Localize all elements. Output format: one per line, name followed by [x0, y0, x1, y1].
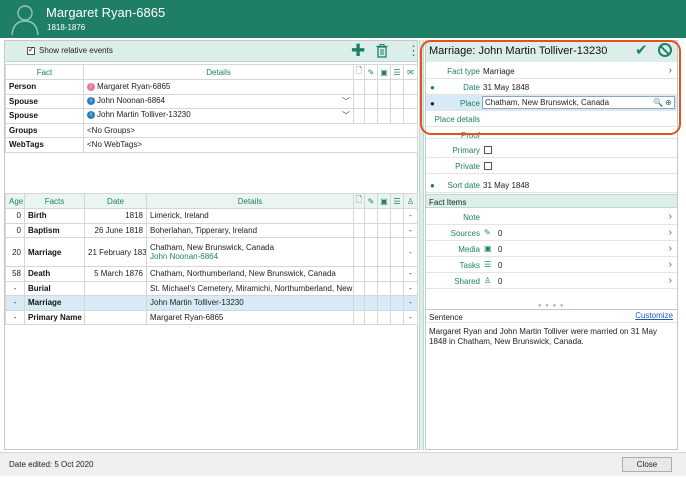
person-col-icon: ♙: [403, 193, 418, 209]
place-input[interactable]: Chatham, New Brunswick, Canada: [482, 96, 675, 109]
table-row[interactable]: Spouse i John Martin Tolliver-13230 ﹀: [5, 108, 418, 124]
primary-field[interactable]: Primary: [426, 142, 677, 158]
chevron-right-icon[interactable]: ›: [669, 227, 672, 238]
chevron-right-icon[interactable]: ›: [669, 211, 672, 222]
chevron-down-icon[interactable]: ﹀: [342, 110, 350, 121]
shared-item[interactable]: Shared ♙ 0 ›: [426, 273, 677, 289]
private-field[interactable]: Private: [426, 158, 677, 174]
note-item[interactable]: Note ›: [426, 209, 677, 225]
chevron-right-icon[interactable]: ›: [669, 65, 672, 76]
bullet-icon: ●: [430, 181, 435, 190]
col-details: Details: [146, 193, 354, 209]
task-col-icon: ☰: [390, 193, 404, 209]
customize-link[interactable]: Customize: [635, 311, 673, 320]
source-col-icon: ✎: [364, 64, 378, 80]
window-header: Margaret Ryan-6865 1818-1876: [0, 0, 686, 38]
people-table: Fact Details 🗋 ✎ ▣ ☰ ✉ Person ! Margaret …: [5, 64, 418, 153]
table-row[interactable]: Groups <No Groups>: [5, 122, 418, 138]
source-col-icon: ✎: [364, 193, 378, 209]
table-row[interactable]: - Burial St. Michael's Cemetery, Miramic…: [5, 280, 418, 296]
sources-item[interactable]: Sources ✎ 0 ›: [426, 225, 677, 241]
female-icon: !: [87, 83, 95, 92]
trash-icon[interactable]: [376, 44, 388, 58]
private-checkbox[interactable]: [484, 162, 492, 170]
date-edited: Date edited: 5 Oct 2020: [9, 460, 94, 469]
facts-table: Age Facts Date Details 🗋 ✎ ▣ ☰ ♙ 0 Birth…: [5, 193, 418, 325]
table-row[interactable]: WebTags <No WebTags>: [5, 137, 418, 153]
facts-toolbar: Show relative events ✚ ⋮: [5, 41, 420, 62]
place-details-field[interactable]: Place details: [426, 111, 677, 127]
proof-field[interactable]: Proof: [426, 127, 677, 139]
note-col-icon: 🗋: [353, 193, 365, 209]
fact-items-header: Fact Items: [426, 194, 677, 208]
primary-checkbox[interactable]: [484, 146, 492, 154]
fact-editor-panel: Marriage: John Martin Tolliver-13230 ✔ F…: [425, 40, 678, 450]
fact-editor-title: Marriage: John Martin Tolliver-13230: [429, 45, 608, 57]
col-date: Date: [84, 193, 147, 209]
sentence-text: Margaret Ryan and John Martin Tolliver w…: [429, 327, 657, 346]
show-relative-checkbox[interactable]: [27, 45, 35, 55]
fact-type-field[interactable]: Fact type Marriage ›: [426, 63, 677, 79]
fact-editor-header: Marriage: John Martin Tolliver-13230 ✔: [426, 41, 677, 62]
cancel-icon[interactable]: [658, 43, 672, 57]
source-icon: ✎: [484, 228, 491, 237]
date-field[interactable]: ● Date 31 May 1848: [426, 79, 677, 95]
mail-col-icon: ✉: [403, 64, 418, 80]
bullet-icon: ●: [430, 83, 435, 92]
person-icon: ♙: [484, 276, 492, 285]
bullet-icon: ●: [430, 99, 435, 108]
facts-panel: Show relative events ✚ ⋮ Fact Details 🗋 …: [4, 40, 420, 450]
media-icon: ▣: [484, 244, 492, 253]
task-col-icon: ☰: [390, 64, 404, 80]
col-details: Details: [83, 64, 354, 80]
col-facts: Facts: [24, 193, 85, 209]
chevron-right-icon[interactable]: ›: [669, 275, 672, 286]
table-row[interactable]: 0 Baptism 26 June 1818 Boherlahan, Tippe…: [5, 222, 418, 238]
chevron-right-icon[interactable]: ›: [669, 259, 672, 270]
sort-date-field[interactable]: ● Sort date 31 May 1848: [426, 177, 677, 193]
col-age: Age: [5, 193, 25, 209]
person-name: Margaret Ryan-6865: [46, 5, 166, 20]
panel-splitter[interactable]: [419, 40, 424, 450]
table-row[interactable]: Spouse i John Noonan-6864 ﹀: [5, 93, 418, 109]
show-relative-events-toggle[interactable]: Show relative events: [27, 45, 113, 55]
table-row[interactable]: 58 Death 5 March 1876 Chatham, Northumbe…: [5, 266, 418, 282]
place-field[interactable]: ● Place Chatham, New Brunswick, Canada 🔍…: [426, 95, 677, 111]
person-dates: 1818-1876: [47, 23, 86, 32]
table-row[interactable]: 20 Marriage 21 February 1838 Chatham, Ne…: [5, 237, 418, 267]
col-fact: Fact: [5, 64, 84, 80]
table-row-selected[interactable]: - Marriage John Martin Tolliver-13230 -: [5, 295, 418, 311]
footer-bar: Date edited: 5 Oct 2020 Close: [0, 452, 686, 476]
facts-table-header: Age Facts Date Details 🗋 ✎ ▣ ☰ ♙: [5, 193, 418, 209]
male-icon: i: [87, 111, 95, 120]
table-row[interactable]: Person ! Margaret Ryan-6865: [5, 79, 418, 95]
add-fact-icon[interactable]: ✚: [351, 42, 365, 60]
search-icon[interactable]: 🔍: [653, 98, 663, 107]
chevron-down-icon[interactable]: ﹀: [342, 96, 350, 107]
show-relative-label: Show relative events: [39, 46, 113, 55]
table-row[interactable]: - Primary Name Margaret Ryan-6865 -: [5, 309, 418, 325]
person-avatar-icon: [11, 5, 39, 36]
people-table-header: Fact Details 🗋 ✎ ▣ ☰ ✉: [5, 64, 418, 80]
note-col-icon: 🗋: [353, 64, 365, 80]
media-col-icon: ▣: [377, 64, 391, 80]
media-item[interactable]: Media ▣ 0 ›: [426, 241, 677, 257]
close-button[interactable]: Close: [622, 457, 672, 472]
media-col-icon: ▣: [377, 193, 391, 209]
table-row[interactable]: 0 Birth 1818 Limerick, Ireland -: [5, 208, 418, 224]
checkmark-icon[interactable]: ✔: [635, 41, 648, 59]
tasks-icon: ☰: [484, 260, 492, 269]
male-icon: i: [87, 96, 95, 105]
spouse-link[interactable]: John Noonan-6864: [150, 252, 350, 261]
add-place-icon[interactable]: ⊕: [665, 98, 672, 107]
tasks-item[interactable]: Tasks ☰ 0 ›: [426, 257, 677, 273]
chevron-right-icon[interactable]: ›: [669, 243, 672, 254]
sentence-header: Sentence Customize: [426, 309, 677, 323]
